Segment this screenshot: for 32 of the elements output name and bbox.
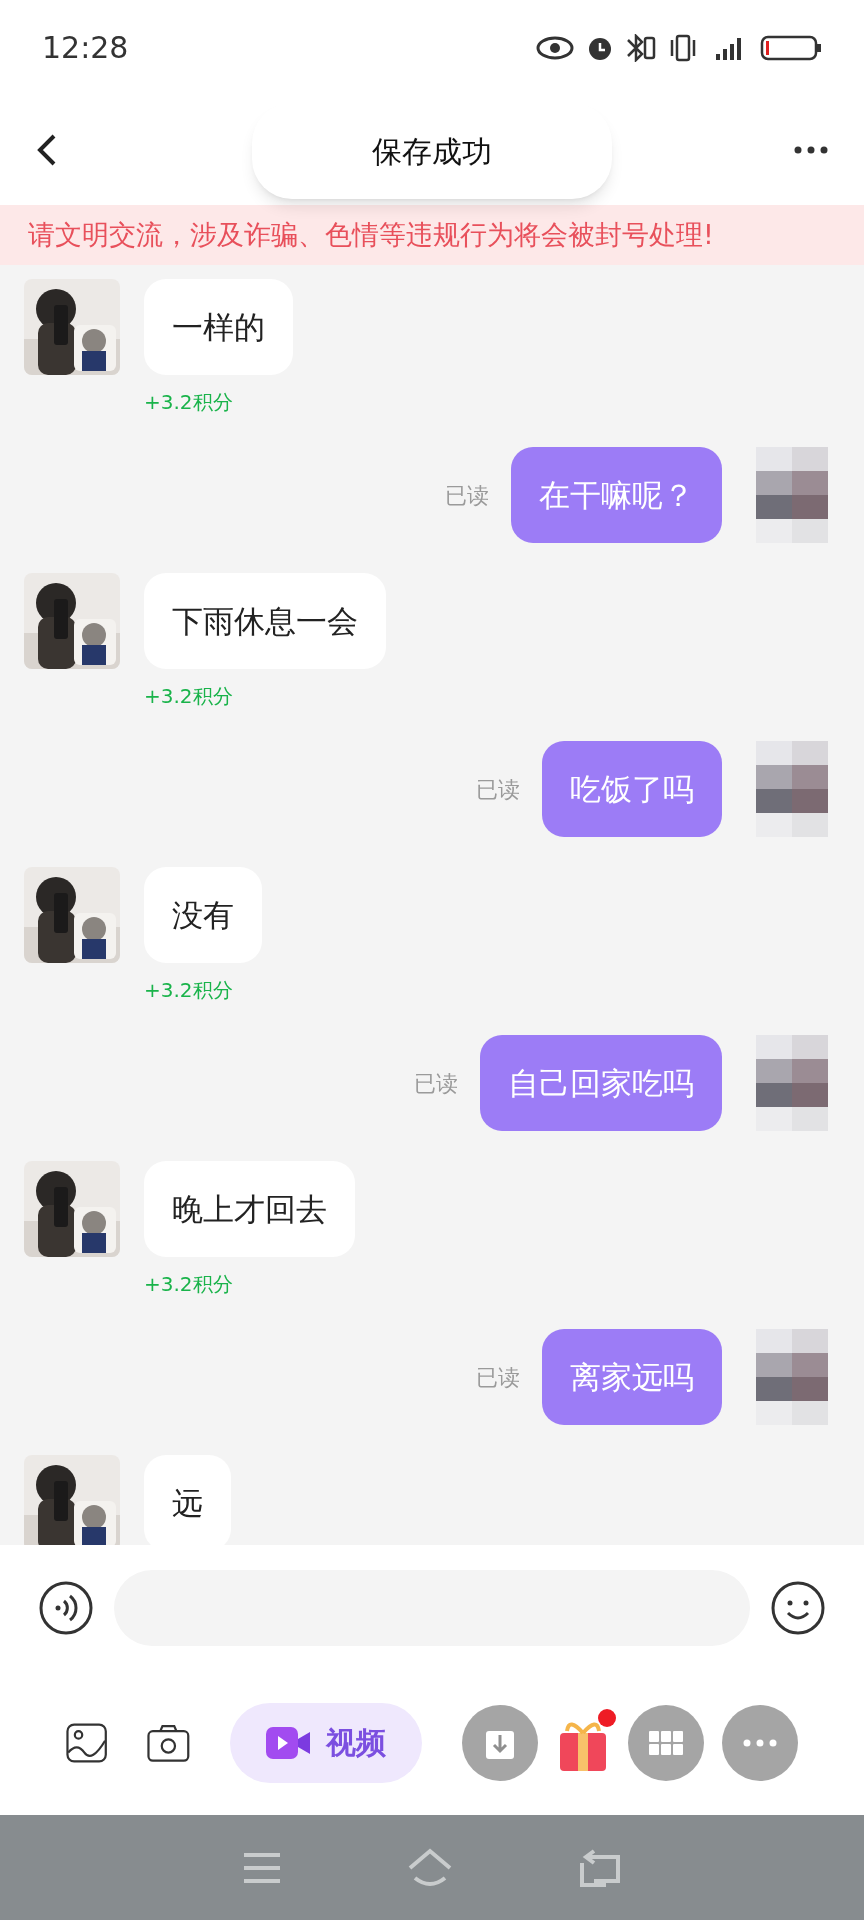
message-bubble: 远 [144, 1455, 231, 1545]
voice-icon[interactable] [38, 1579, 94, 1636]
read-label: 已读 [414, 1069, 458, 1098]
read-label: 已读 [476, 1363, 520, 1392]
notice-banner: 请文明交流，涉及诈骗、色情等违规行为将会被封号处理! [0, 205, 864, 265]
video-icon [266, 1724, 312, 1761]
emoji-icon[interactable] [770, 1579, 826, 1636]
message-bubble: 吃饭了吗 [542, 741, 722, 837]
message-bubble: 自己回家吃吗 [480, 1035, 722, 1131]
points-label: +3.2积分 [144, 1271, 233, 1298]
points-label: +3.2积分 [144, 683, 233, 710]
video-button[interactable]: 视频 [230, 1702, 422, 1783]
points-label: +3.2积分 [144, 389, 233, 416]
read-label: 已读 [445, 481, 489, 510]
read-label: 已读 [476, 775, 520, 804]
toast: 保存成功 [252, 103, 612, 199]
points-label: +3.2积分 [144, 977, 233, 1004]
message-bubble: 在干嘛呢？ [511, 447, 722, 543]
status-time: 12:28 [42, 29, 129, 67]
more-icon[interactable] [794, 146, 828, 154]
message-bubble: 没有 [144, 867, 262, 963]
more-icon [743, 1738, 777, 1747]
grid-icon [649, 1730, 683, 1755]
message-bubble: 一样的 [144, 279, 293, 375]
message-bubble: 晚上才回去 [144, 1161, 355, 1257]
bluetooth-icon [626, 33, 656, 62]
back-icon[interactable] [36, 133, 58, 167]
message-bubble: 下雨休息一会 [144, 573, 386, 669]
message-bubble: 离家远吗 [542, 1329, 722, 1425]
eye-icon [536, 35, 574, 60]
vibrate-icon [668, 33, 698, 62]
battery-icon [760, 34, 822, 61]
